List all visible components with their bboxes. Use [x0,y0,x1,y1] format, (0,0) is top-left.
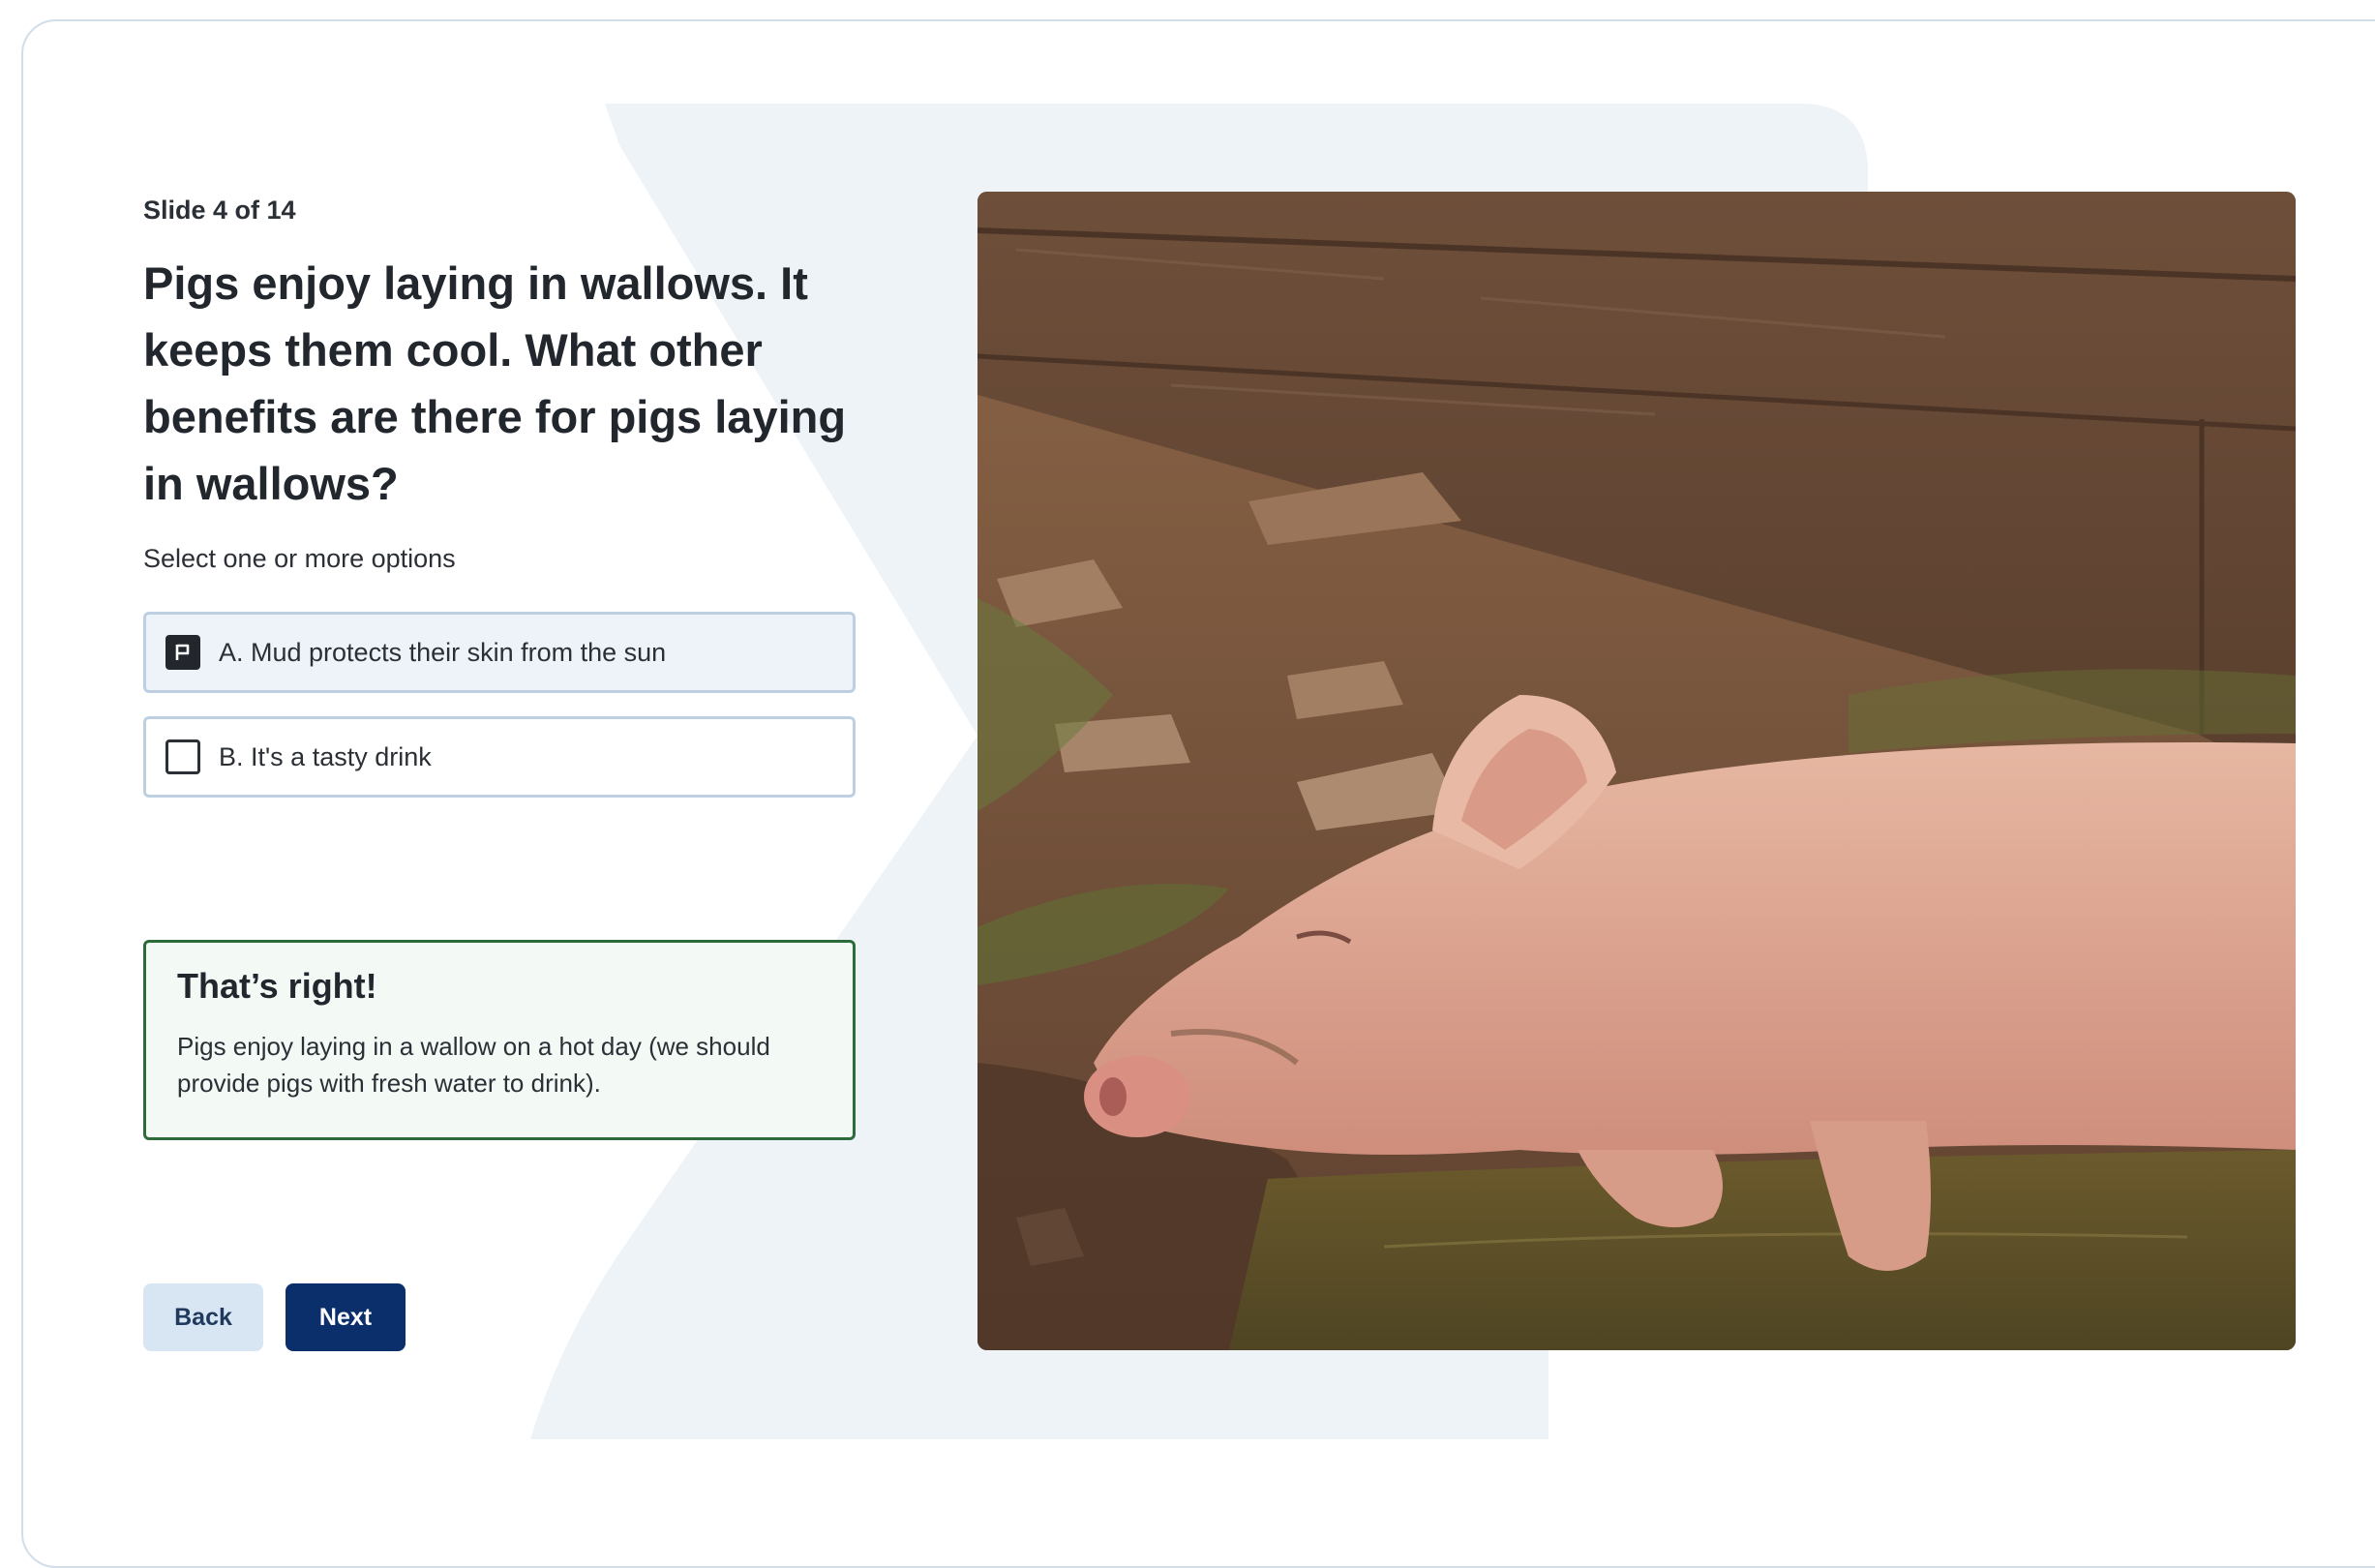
unchecked-checkbox-icon[interactable] [165,739,200,774]
checked-checkbox-icon[interactable] [165,635,200,670]
pig-wallow-photo [977,192,2296,1350]
back-button[interactable]: Back [143,1283,263,1351]
feedback-body: Pigs enjoy laying in a wallow on a hot d… [177,1032,770,1098]
next-button[interactable]: Next [286,1283,406,1351]
slide-counter: Slide 4 of 14 [143,196,296,225]
instruction-text: Select one or more options [143,544,456,573]
option-b-label: B. It's a tasty drink [219,741,432,771]
feedback-panel: That’s right! Pigs enjoy laying in a wal… [143,940,856,1140]
question-title: Pigs enjoy laying in wallows. It keeps t… [143,257,847,509]
option-a-label: A. Mud protects their skin from the sun [219,637,667,667]
option-a[interactable]: A. Mud protects their skin from the sun [143,612,856,693]
pig-illustration [977,192,2296,1350]
option-b[interactable]: B. It's a tasty drink [143,716,856,798]
feedback-title: That’s right! [177,966,377,1006]
